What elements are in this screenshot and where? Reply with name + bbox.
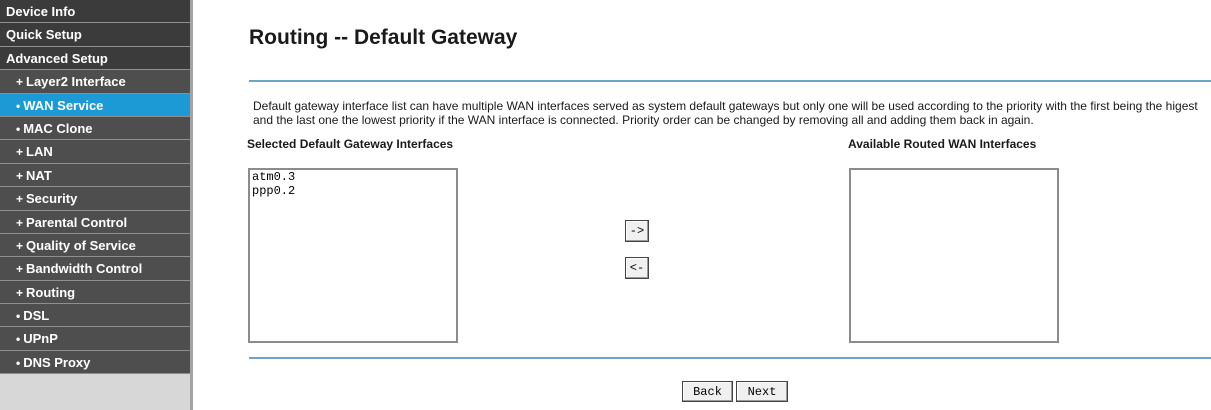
top-divider xyxy=(249,80,1211,82)
sidebar-item-label: Bandwidth Control xyxy=(26,261,143,277)
sidebar-item-label: DSL xyxy=(23,308,50,324)
sidebar-item-wan-service[interactable]: • WAN Service xyxy=(0,93,190,117)
plus-bullet-icon: + xyxy=(16,145,24,160)
sidebar-item-dns-proxy[interactable]: • DNS Proxy xyxy=(0,350,190,375)
plus-bullet-icon: + xyxy=(16,238,24,253)
description-text: Default gateway interface list can have … xyxy=(253,99,1198,127)
sidebar: Device Info Quick Setup Advanced Setup + Lay… xyxy=(0,0,190,410)
sidebar-item-label: Advanced Setup xyxy=(6,50,108,66)
sidebar-item-parental-control[interactable]: + Parental Control xyxy=(0,210,190,234)
sidebar-item-label: DNS Proxy xyxy=(23,354,91,370)
available-interfaces-listbox[interactable] xyxy=(849,168,1059,343)
sidebar-item-label: LAN xyxy=(26,144,53,160)
sidebar-item-label: Security xyxy=(26,191,78,207)
plus-bullet-icon: + xyxy=(16,262,24,277)
dot-bullet-icon: • xyxy=(16,332,21,347)
next-button[interactable]: Next xyxy=(736,381,788,402)
sidebar-item-label: Quick Setup xyxy=(6,27,82,43)
selected-interfaces-listbox[interactable]: atm0.3 ppp0.2 xyxy=(248,168,458,343)
dot-bullet-icon: • xyxy=(16,309,21,324)
plus-bullet-icon: + xyxy=(16,168,24,183)
sidebar-item-advanced-setup[interactable]: Advanced Setup xyxy=(0,46,190,71)
plus-bullet-icon: + xyxy=(16,75,24,90)
sidebar-item-device-info[interactable]: Device Info xyxy=(0,0,190,24)
plus-bullet-icon: + xyxy=(16,192,24,207)
sidebar-item-label: Quality of Service xyxy=(26,237,136,253)
sidebar-item-label: Layer2 Interface xyxy=(26,74,126,90)
sidebar-item-label: NAT xyxy=(26,167,52,183)
sidebar-item-label: WAN Service xyxy=(23,97,104,113)
plus-bullet-icon: + xyxy=(16,215,24,230)
sidebar-item-dsl[interactable]: • DSL xyxy=(0,304,190,328)
sidebar-item-label: Routing xyxy=(26,284,76,300)
back-button[interactable]: Back xyxy=(682,381,733,402)
sidebar-item-nat[interactable]: + NAT xyxy=(0,163,190,188)
sidebar-item-routing[interactable]: + Routing xyxy=(0,280,190,305)
sidebar-item-label: MAC Clone xyxy=(23,120,93,136)
sidebar-item-bandwidth-control[interactable]: + Bandwidth Control xyxy=(0,257,190,281)
listbox-option[interactable]: ppp0.2 xyxy=(250,184,456,198)
dot-bullet-icon: • xyxy=(16,121,21,136)
dot-bullet-icon: • xyxy=(16,98,21,113)
main-content: Routing -- Default Gateway Default gatew… xyxy=(193,0,1211,410)
sidebar-item-upnp[interactable]: • UPnP xyxy=(0,327,190,351)
move-left-button[interactable]: <- xyxy=(625,257,649,279)
sidebar-item-layer2-interface[interactable]: + Layer2 Interface xyxy=(0,70,190,94)
sidebar-item-quality-of-service[interactable]: + Quality of Service xyxy=(0,233,190,258)
sidebar-item-quick-setup[interactable]: Quick Setup xyxy=(0,23,190,47)
sidebar-item-label: Parental Control xyxy=(26,214,128,230)
sidebar-item-security[interactable]: + Security xyxy=(0,187,190,211)
sidebar-item-lan[interactable]: + LAN xyxy=(0,140,190,164)
page-title: Routing -- Default Gateway xyxy=(249,26,518,49)
sidebar-item-label: Device Info xyxy=(6,4,76,19)
listbox-option[interactable]: atm0.3 xyxy=(250,170,456,184)
dot-bullet-icon: • xyxy=(16,355,21,370)
move-right-button[interactable]: -> xyxy=(625,220,649,242)
bottom-divider xyxy=(249,357,1211,359)
selected-interfaces-label: Selected Default Gateway Interfaces xyxy=(247,137,454,151)
sidebar-item-mac-clone[interactable]: • MAC Clone xyxy=(0,116,190,141)
sidebar-item-label: UPnP xyxy=(23,331,58,347)
plus-bullet-icon: + xyxy=(16,285,24,300)
available-interfaces-label: Available Routed WAN Interfaces xyxy=(848,137,1037,151)
